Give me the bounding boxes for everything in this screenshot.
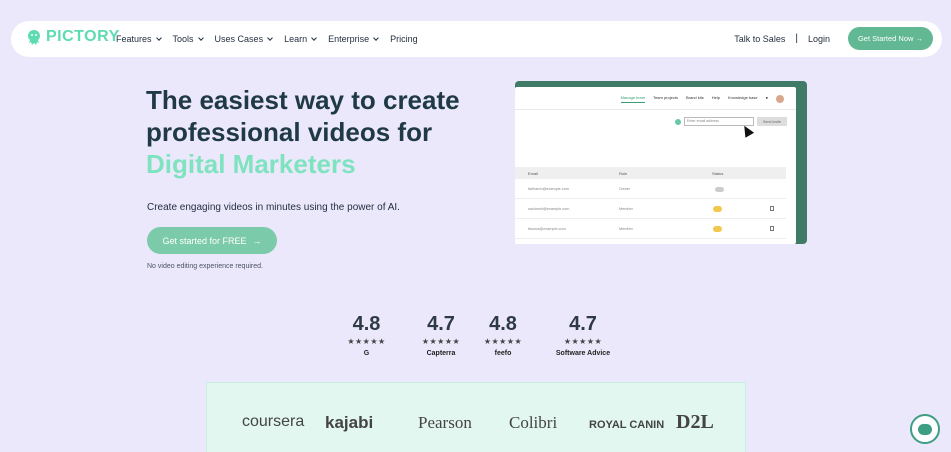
mockup-tab-team-projects: Team projects — [653, 95, 678, 100]
star-rating-icon: ★★★★★ — [563, 337, 603, 346]
capterra-logo: Capterra — [426, 350, 456, 357]
menu-tools[interactable]: Tools — [172, 34, 204, 44]
chat-button[interactable] — [910, 414, 940, 444]
trash-icon — [770, 206, 774, 211]
pictory-logo[interactable]: PICTORY — [25, 28, 120, 46]
mockup-tab-knowledge-base: Knowledge base — [728, 95, 758, 100]
ratings-row: 4.8 ★★★★★ G 4.7 ★★★★★ Capterra 4.8 ★★★★★… — [344, 312, 623, 357]
team-management-mockup: Manage team Team projects Brand kits Hel… — [515, 87, 796, 244]
hero-title-line2: professional videos for — [146, 117, 433, 147]
row-email: faithamb@example.com — [528, 187, 569, 191]
royal-canin-logo: ROYAL CANIN — [589, 419, 665, 431]
trash-icon — [770, 226, 774, 231]
get-started-free-button[interactable]: Get started for FREE → — [147, 227, 277, 254]
rating-g2: 4.8 ★★★★★ G — [344, 312, 389, 357]
status-badge — [713, 206, 722, 212]
hero-title-accent: Digital Marketers — [146, 149, 356, 179]
rating-capterra: 4.7 ★★★★★ Capterra — [405, 312, 477, 357]
nav-separator: | — [795, 33, 798, 44]
menu-label: Enterprise — [328, 34, 370, 44]
login-link[interactable]: Login — [808, 34, 830, 44]
top-nav: PICTORY Features Tools Uses Cases Learn … — [11, 21, 942, 57]
chevron-down-icon — [267, 35, 273, 41]
row-role: Member — [619, 227, 633, 231]
status-toggle — [715, 187, 724, 192]
colibri-logo: Colibri — [509, 413, 558, 432]
rating-score: 4.7 — [569, 313, 597, 335]
arrow-right-icon: → — [252, 235, 262, 246]
hero-note: No video editing experience required. — [147, 263, 263, 270]
nav-actions: Talk to Sales | Login Get Started Now → — [734, 27, 933, 50]
menu-label: Tools — [172, 34, 194, 44]
kajabi-logo: kajabi — [325, 413, 374, 432]
chevron-down-icon — [197, 35, 204, 41]
row-role: Member — [619, 207, 633, 211]
column-email: Email — [528, 171, 539, 176]
menu-label: Learn — [284, 34, 308, 44]
get-started-now-button[interactable]: Get Started Now → — [847, 27, 933, 50]
column-role: Role — [619, 171, 628, 176]
chat-icon — [918, 423, 932, 435]
bell-icon: ● — [765, 95, 768, 100]
mockup-invite: Enter email address Send Invite — [675, 117, 787, 126]
customer-logos: coursera kajabi Pearson Colibri ROYAL CA… — [206, 382, 746, 452]
mockup-divider — [515, 109, 796, 110]
rating-software-advice: 4.7 ★★★★★ Software Advice — [543, 312, 623, 357]
cta-label: Get started for FREE — [162, 235, 247, 246]
menu-enterprise[interactable]: Enterprise — [328, 34, 379, 44]
g2-logo: G — [363, 350, 370, 357]
pearson-logo: Pearson — [418, 413, 472, 432]
mockup-tabs: Manage team Team projects Brand kits Hel… — [620, 95, 784, 103]
rating-score: 4.7 — [427, 313, 455, 335]
star-rating-icon: ★★★★★ — [483, 337, 523, 346]
mockup-table-header: Email Role Status — [515, 167, 786, 179]
mockup-tab-help: Help — [711, 95, 720, 100]
hero-title: The easiest way to create professional v… — [146, 84, 486, 180]
software-advice-logo: Software Advice — [555, 350, 611, 357]
row-email: sachsmit@example.com — [528, 207, 570, 211]
row-role: Owner — [619, 187, 631, 191]
menu-features[interactable]: Features — [116, 34, 162, 44]
mockup-tab-manage-team: Manage team — [620, 95, 646, 103]
table-row: faithamb@example.com Owner — [515, 179, 786, 199]
chevron-down-icon — [373, 35, 379, 41]
column-status: Status — [712, 171, 724, 176]
table-row: sachsmit@example.com Member — [515, 199, 786, 219]
octopus-logo-icon — [28, 30, 40, 45]
star-rating-icon: ★★★★★ — [347, 337, 386, 346]
chevron-down-icon — [155, 35, 162, 41]
menu-label: Pricing — [390, 34, 418, 44]
hero-subtitle: Create engaging videos in minutes using … — [147, 202, 400, 213]
d2l-logo: D2L — [676, 411, 714, 433]
coursera-logo: coursera — [242, 413, 305, 430]
row-email: bkuma@example.com — [528, 227, 566, 231]
table-row: bkuma@example.com Member — [515, 219, 786, 239]
hero-title-line1: The easiest way to create — [146, 85, 460, 115]
avatar — [776, 95, 784, 103]
rating-score: 4.8 — [489, 313, 517, 335]
menu-pricing[interactable]: Pricing — [390, 34, 418, 44]
status-badge — [713, 226, 722, 232]
feefo-logo: feefo — [494, 350, 512, 357]
mockup-send-invite-button: Send Invite — [757, 117, 787, 126]
menu-learn[interactable]: Learn — [284, 34, 317, 44]
mockup-tab-brand-kits: Brand kits — [685, 95, 704, 100]
menu-uses-cases[interactable]: Uses Cases — [215, 34, 273, 44]
menu-label: Features — [116, 34, 152, 44]
add-user-icon — [675, 118, 681, 125]
menu-label: Uses Cases — [214, 34, 264, 44]
chevron-down-icon — [311, 35, 317, 41]
talk-to-sales-link[interactable]: Talk to Sales — [734, 34, 785, 44]
star-rating-icon: ★★★★★ — [421, 337, 461, 346]
rating-score: 4.8 — [352, 313, 381, 335]
main-menu: Features Tools Uses Cases Learn Enterpri… — [116, 21, 430, 57]
logo-text: PICTORY — [46, 28, 120, 45]
rating-feefo: 4.8 ★★★★★ feefo — [477, 312, 529, 357]
